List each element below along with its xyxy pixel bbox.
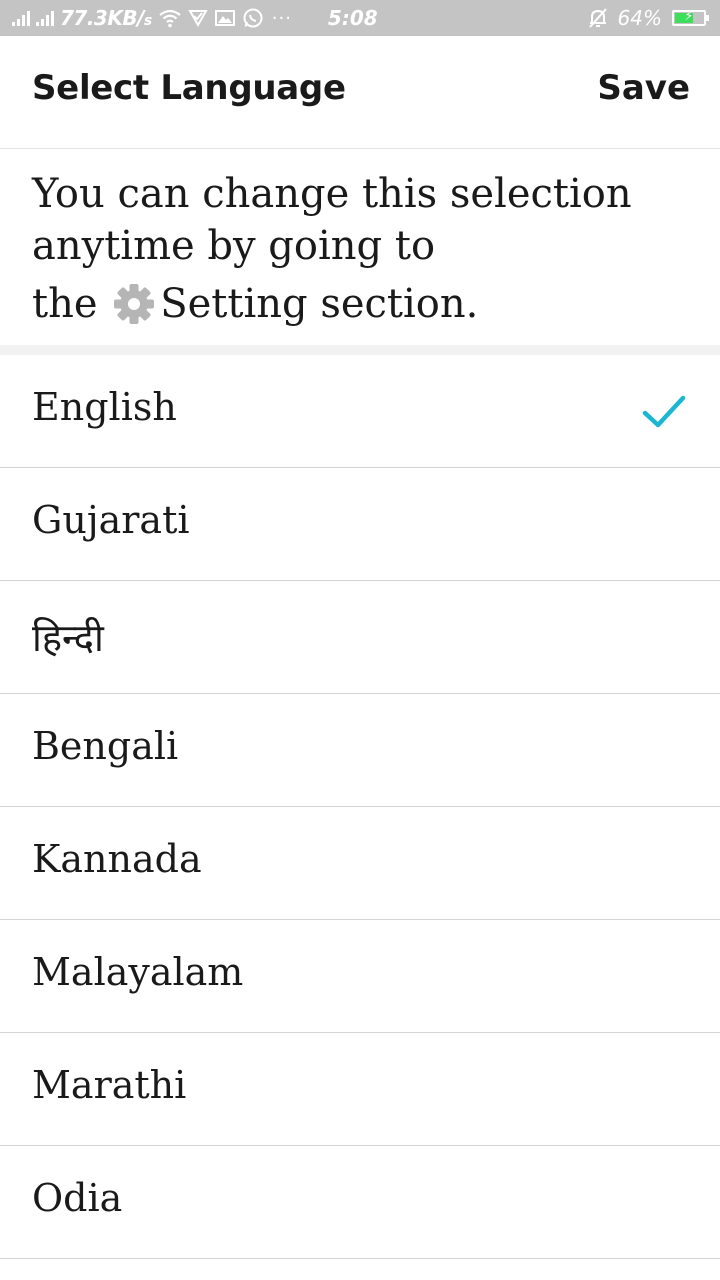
checkmark-icon [642, 395, 686, 428]
language-option-bengali[interactable]: Bengali [0, 694, 720, 807]
language-option-marathi[interactable]: Marathi [0, 1033, 720, 1146]
language-label: Odia [32, 1176, 123, 1220]
language-option-odia[interactable]: Odia [0, 1146, 720, 1259]
clock: 5:08 [327, 6, 378, 30]
signal-icon [36, 10, 54, 26]
language-label: Malayalam [32, 950, 244, 994]
section-divider [0, 345, 720, 355]
language-label: Bengali [32, 724, 179, 768]
language-label: English [32, 385, 177, 429]
language-label: हिन्दी [32, 616, 104, 660]
info-line: anytime by going to [32, 223, 436, 269]
network-speed-unit: s [143, 13, 152, 29]
charging-bolt-icon: ⚡ [684, 9, 694, 24]
language-label: Kannada [32, 837, 202, 881]
gallery-icon [214, 8, 236, 28]
info-line-prefix: the [32, 281, 98, 327]
app-header: Select Language Save [0, 36, 720, 149]
language-option-english[interactable]: English [0, 355, 720, 468]
save-button[interactable]: Save [597, 68, 690, 108]
network-speed: 77.3KB/s [60, 6, 152, 30]
info-message: You can change this selection anytime by… [32, 168, 692, 330]
status-bar: 77.3KB/s ··· 5:08 64% ⚡ [0, 0, 720, 36]
page-title: Select Language [32, 68, 346, 108]
language-option-kannada[interactable]: Kannada [0, 807, 720, 920]
notification-icon [188, 8, 208, 28]
language-label: Gujarati [32, 498, 190, 542]
info-line-suffix: Setting section. [160, 281, 479, 327]
language-option-gujarati[interactable]: Gujarati [0, 468, 720, 581]
wifi-icon [158, 8, 182, 28]
gear-icon [114, 284, 155, 324]
language-option-malayalam[interactable]: Malayalam [0, 920, 720, 1033]
more-notifications-indicator: ··· [271, 7, 292, 29]
language-option-hindi[interactable]: हिन्दी [0, 581, 720, 694]
info-line: the Setting section. [32, 278, 692, 330]
battery-icon: ⚡ [672, 9, 709, 26]
silent-bell-icon [588, 7, 608, 29]
language-label: Marathi [32, 1063, 187, 1107]
whatsapp-icon [242, 7, 264, 29]
battery-percent: 64% [617, 6, 662, 30]
status-bar-left: 77.3KB/s ··· 5:08 [12, 0, 378, 36]
info-line: You can change this selection [32, 171, 632, 217]
language-list: English Gujarati हिन्दी Bengali Kannada … [0, 355, 720, 1259]
signal-icon [12, 10, 30, 26]
status-bar-right: 64% ⚡ [588, 0, 709, 36]
